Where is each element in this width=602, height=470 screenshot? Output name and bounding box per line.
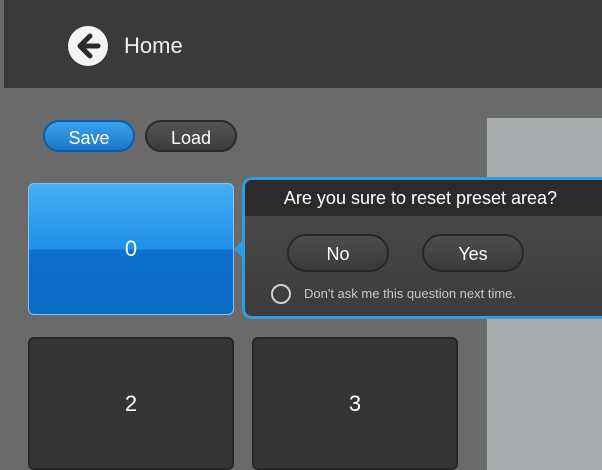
dont-ask-label[interactable]: Don't ask me this question next time. [304, 286, 516, 301]
save-button[interactable]: Save [43, 120, 135, 152]
dont-ask-radio[interactable] [271, 284, 291, 304]
preset-tile-2[interactable]: 2 [28, 337, 234, 470]
dialog-body: No Yes Don't ask me this question next t… [245, 216, 602, 316]
no-button[interactable]: No [287, 234, 389, 272]
dialog-title: Are you sure to reset preset area? [283, 188, 558, 208]
page-title: Home [124, 33, 183, 58]
preset-tile-0[interactable]: 0 [28, 183, 234, 315]
dialog-title-bar: Are you sure to reset preset area? [245, 180, 602, 216]
reset-confirm-dialog: Are you sure to reset preset area? No Ye… [242, 177, 602, 319]
yes-button[interactable]: Yes [422, 234, 524, 272]
preset-tile-3[interactable]: 3 [252, 337, 458, 470]
back-button[interactable] [68, 26, 108, 66]
arrow-left-icon [77, 33, 101, 59]
load-button[interactable]: Load [145, 120, 237, 152]
